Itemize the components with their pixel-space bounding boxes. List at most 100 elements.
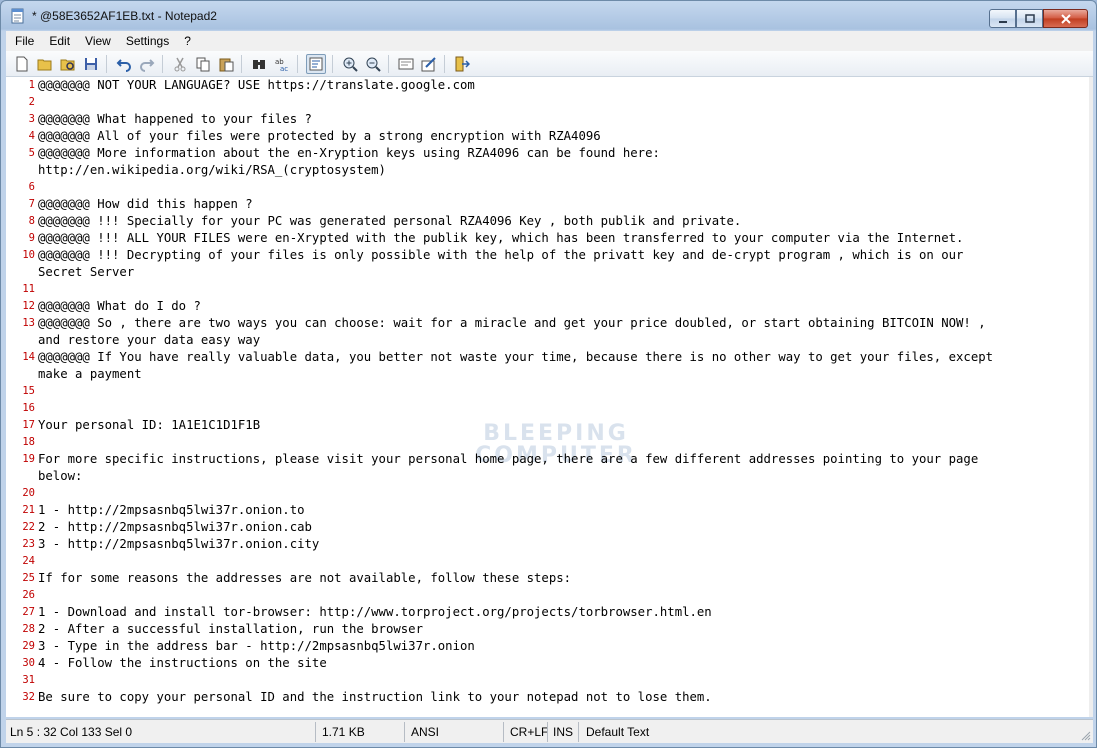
menu-file[interactable]: File bbox=[6, 34, 40, 48]
line-number: 7 bbox=[28, 198, 35, 210]
status-scheme[interactable]: Default Text bbox=[586, 724, 649, 740]
line-text: @@@@@@@ How did this happen ? bbox=[38, 197, 253, 211]
line-number: 3 bbox=[28, 113, 35, 125]
minimize-icon bbox=[998, 20, 1007, 23]
line-text: @@@@@@@ !!! Decrypting of your files is … bbox=[38, 248, 964, 262]
menu-view[interactable]: View bbox=[76, 34, 117, 48]
line-number: 23 bbox=[22, 538, 35, 550]
notepad2-window: * @58E3652AF1EB.txt - Notepad2 File Edit… bbox=[0, 0, 1097, 748]
customize-icon bbox=[421, 57, 436, 72]
find-button[interactable] bbox=[249, 54, 269, 74]
menu-settings[interactable]: Settings bbox=[117, 34, 175, 48]
status-position: Ln 5 : 32 Col 133 Sel 0 bbox=[10, 725, 133, 739]
status-encoding[interactable]: ANSI bbox=[411, 724, 439, 740]
maximize-button[interactable] bbox=[1016, 9, 1043, 28]
replace-button[interactable]: ab ac bbox=[272, 54, 292, 74]
svg-text:ac: ac bbox=[280, 65, 288, 72]
line-number: 18 bbox=[22, 436, 35, 448]
new-button[interactable] bbox=[12, 54, 32, 74]
status-line-ending[interactable]: CR+LF bbox=[510, 724, 548, 740]
find-icon bbox=[253, 60, 265, 69]
save-button[interactable] bbox=[81, 54, 101, 74]
undo-icon bbox=[116, 59, 131, 72]
scheme-button[interactable] bbox=[396, 54, 416, 74]
line-number: 8 bbox=[28, 215, 35, 227]
line-text: Be sure to copy your personal ID and the… bbox=[38, 690, 712, 704]
paste-icon bbox=[219, 58, 234, 72]
line-number: 11 bbox=[22, 283, 35, 295]
status-insert-mode[interactable]: INS bbox=[553, 724, 573, 740]
line-number: 1 bbox=[28, 79, 35, 91]
line-text: If for some reasons the addresses are no… bbox=[38, 571, 572, 585]
line-text: @@@@@@@ All of your files were protected… bbox=[38, 129, 601, 143]
line-number: 26 bbox=[22, 589, 35, 601]
zoom-in-button[interactable] bbox=[340, 54, 360, 74]
line-number: 10 bbox=[22, 249, 35, 261]
line-number: 2 bbox=[28, 96, 35, 108]
zoom-out-button[interactable] bbox=[363, 54, 383, 74]
resize-grip-icon[interactable] bbox=[1079, 729, 1091, 741]
browse-button[interactable] bbox=[58, 54, 78, 74]
window-controls bbox=[989, 9, 1088, 29]
toolbar-separator bbox=[106, 55, 107, 73]
text-editor[interactable]: BLEEPING COMPUTER 1 @@@@@@@ NOT YOUR LANG… bbox=[6, 77, 1089, 717]
status-divider bbox=[547, 722, 548, 742]
minimize-button[interactable] bbox=[989, 9, 1016, 28]
exit-icon bbox=[455, 56, 470, 72]
close-button[interactable] bbox=[1043, 9, 1088, 28]
paste-button[interactable] bbox=[216, 54, 236, 74]
line-text: 1 - Download and install tor-browser: ht… bbox=[38, 605, 712, 619]
line-number: 14 bbox=[22, 351, 35, 363]
line-number: 12 bbox=[22, 300, 35, 312]
line-number bbox=[6, 366, 35, 383]
toolbar-separator bbox=[444, 55, 445, 73]
line-text: @@@@@@@ !!! ALL YOUR FILES were en-Xrypt… bbox=[38, 231, 964, 245]
line-number: 13 bbox=[22, 317, 35, 329]
toolbar-separator bbox=[332, 55, 333, 73]
status-divider bbox=[578, 722, 579, 742]
toolbar: ab ac bbox=[6, 51, 1093, 77]
cut-icon bbox=[174, 57, 186, 72]
redo-icon bbox=[140, 59, 155, 72]
exit-button[interactable] bbox=[452, 54, 472, 74]
copy-button[interactable] bbox=[193, 54, 213, 74]
save-icon bbox=[85, 58, 97, 70]
line-number: 17 bbox=[22, 419, 35, 431]
menu-edit[interactable]: Edit bbox=[40, 34, 76, 48]
line-number: 31 bbox=[22, 674, 35, 686]
open-icon bbox=[37, 59, 52, 71]
open-button[interactable] bbox=[35, 54, 55, 74]
redo-button[interactable] bbox=[137, 54, 157, 74]
menu-bar: File Edit View Settings ? bbox=[6, 31, 1093, 51]
line-number: 25 bbox=[22, 572, 35, 584]
undo-button[interactable] bbox=[114, 54, 134, 74]
window-title: * @58E3652AF1EB.txt - Notepad2 bbox=[32, 9, 217, 23]
copy-icon bbox=[196, 57, 210, 72]
menu-help[interactable]: ? bbox=[175, 34, 197, 48]
status-file-size: 1.71 KB bbox=[322, 725, 365, 739]
line-text: @@@@@@@ More information about the en-Xr… bbox=[38, 146, 660, 160]
line-number: 29 bbox=[22, 640, 35, 652]
line-text: For more specific instructions, please v… bbox=[38, 452, 979, 466]
word-wrap-icon bbox=[309, 57, 323, 71]
line-number bbox=[6, 332, 35, 349]
zoom-out-icon bbox=[366, 57, 381, 72]
line-text: http://en.wikipedia.org/wiki/RSA_(crypto… bbox=[38, 163, 386, 177]
cut-button[interactable] bbox=[170, 54, 190, 74]
customize-button[interactable] bbox=[419, 54, 439, 74]
toolbar-separator bbox=[162, 55, 163, 73]
vertical-scrollbar[interactable] bbox=[1089, 77, 1093, 717]
toolbar-separator bbox=[241, 55, 242, 73]
line-number: 20 bbox=[22, 487, 35, 499]
status-divider bbox=[503, 722, 504, 742]
status-bar: Ln 5 : 32 Col 133 Sel 0 1.71 KB ANSI CR+… bbox=[6, 719, 1093, 743]
word-wrap-button[interactable] bbox=[306, 54, 326, 74]
toolbar-separator bbox=[297, 55, 298, 73]
close-icon bbox=[1060, 13, 1071, 24]
line-number: 19 bbox=[22, 453, 35, 465]
title-bar[interactable]: * @58E3652AF1EB.txt - Notepad2 bbox=[1, 1, 1096, 31]
line-number: 9 bbox=[28, 232, 35, 244]
line-text: 1 - http://2mpsasnbq5lwi37r.onion.to bbox=[38, 503, 305, 517]
line-text: 2 - After a successful installation, run… bbox=[38, 622, 423, 636]
line-text: and restore your data easy way bbox=[38, 333, 261, 347]
